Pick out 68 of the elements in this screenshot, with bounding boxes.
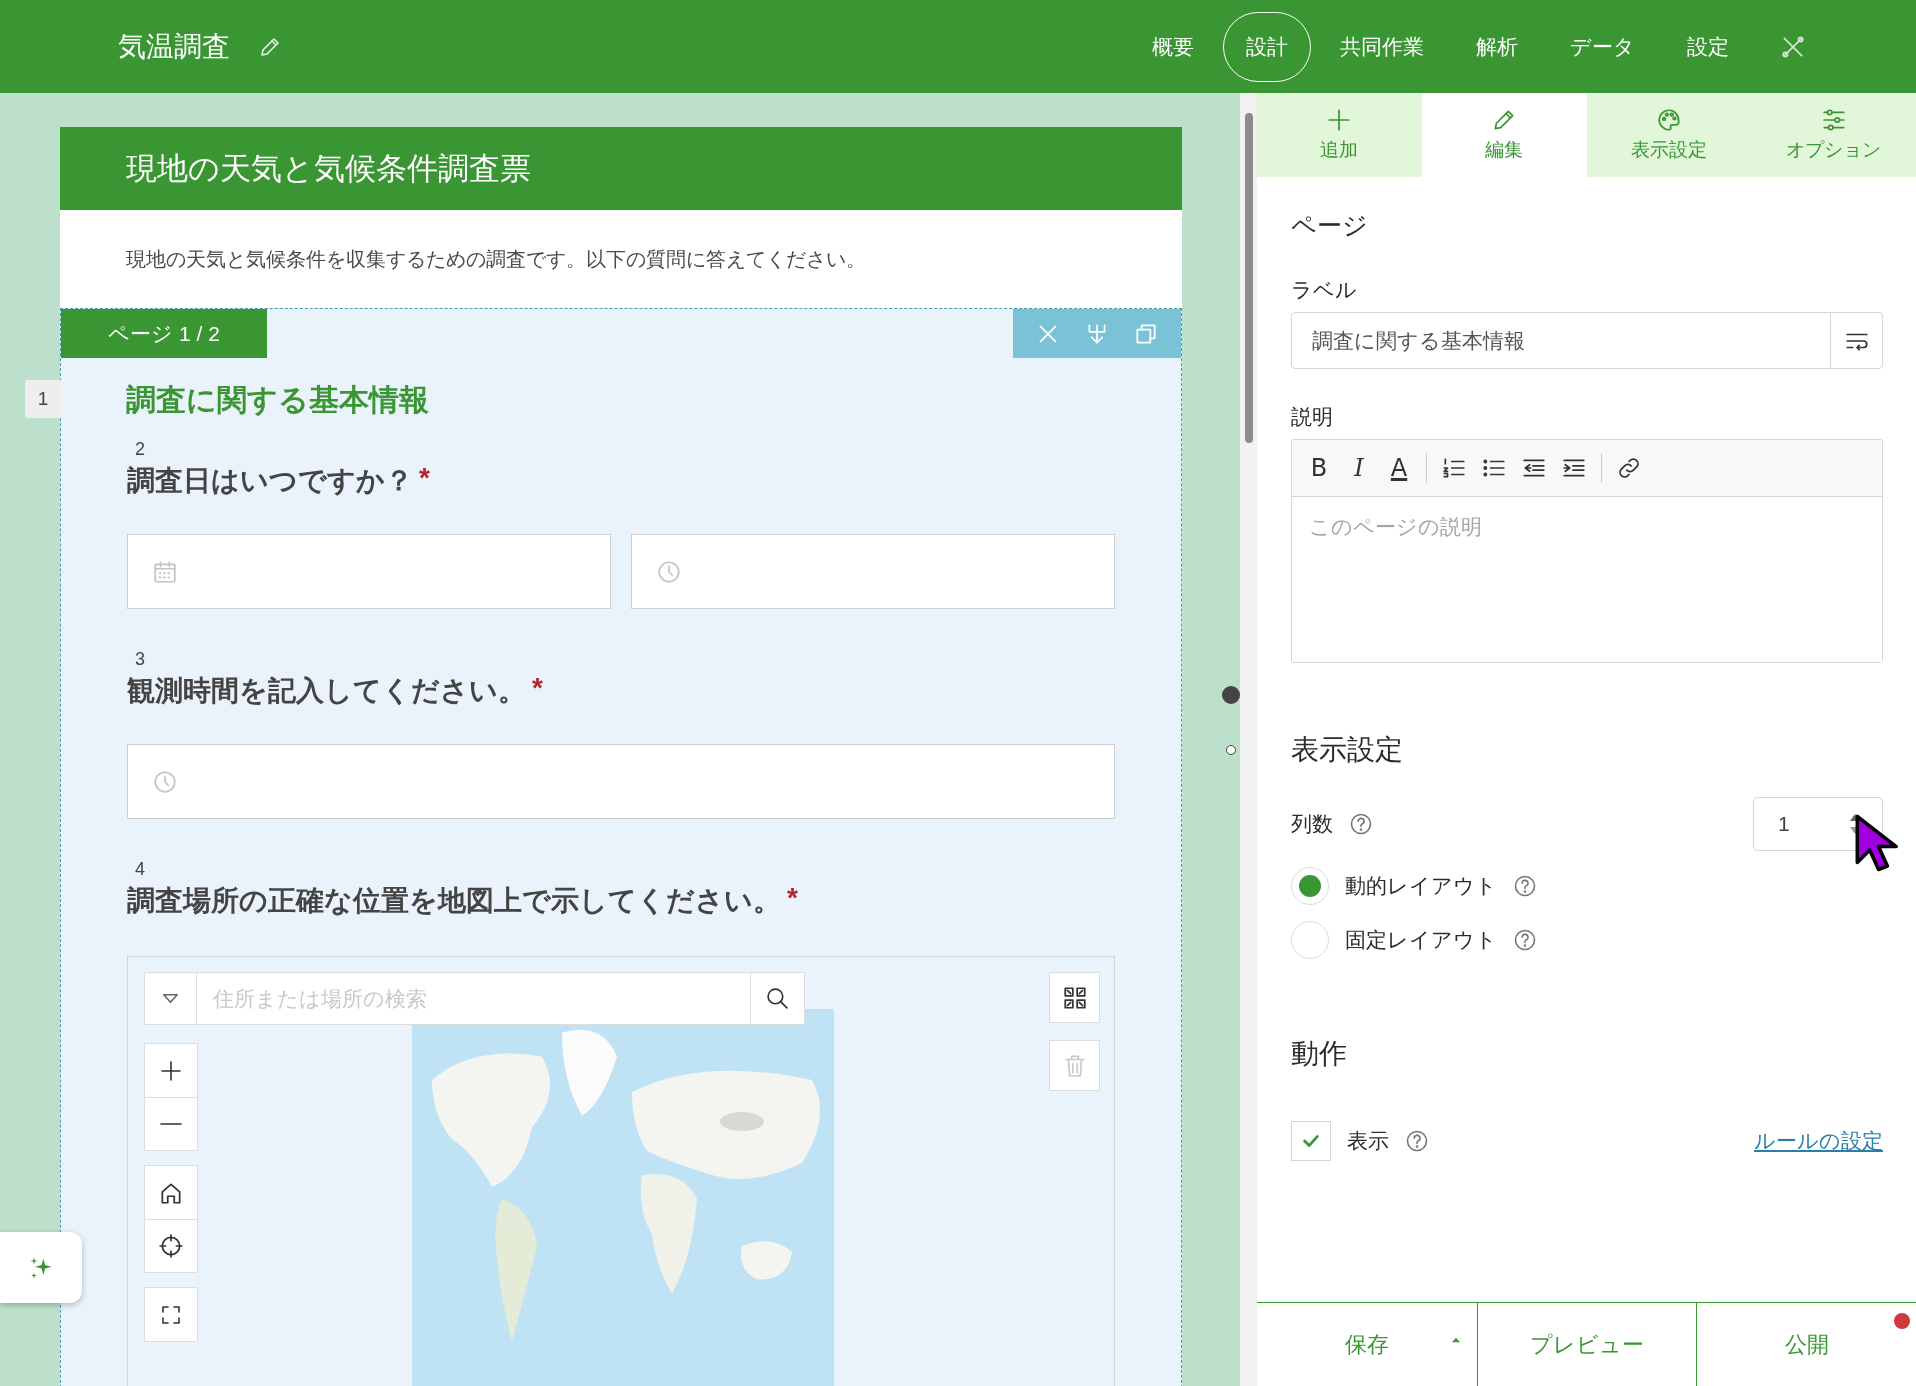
bold-button[interactable]: B xyxy=(1306,454,1332,482)
panel-tab[interactable]: 編集 xyxy=(1421,93,1587,177)
required-mark: * xyxy=(787,882,798,915)
section-title: ページ xyxy=(1291,210,1369,241)
grid-button[interactable] xyxy=(1049,972,1100,1023)
field-value: 1 xyxy=(1778,812,1790,836)
nav-tab[interactable]: 共同作業 xyxy=(1317,11,1447,82)
help-icon[interactable] xyxy=(1513,928,1537,952)
panel-tab[interactable]: 追加 xyxy=(1257,93,1422,177)
text-color-button[interactable]: A xyxy=(1386,454,1412,482)
section-title: 表示設定 xyxy=(1291,733,1404,767)
minus-icon xyxy=(160,1123,182,1125)
clock-icon xyxy=(656,558,682,585)
help-icon[interactable] xyxy=(1405,1129,1429,1153)
scrollbar[interactable] xyxy=(1240,93,1257,1386)
checkbox[interactable] xyxy=(1291,1121,1331,1161)
survey-title: 気温調査 xyxy=(118,29,230,64)
required-mark: * xyxy=(419,462,430,495)
help-icon[interactable] xyxy=(1513,874,1537,898)
nav-tab[interactable]: データ xyxy=(1547,11,1658,82)
input-field[interactable] xyxy=(631,534,1115,609)
radio-label: 固定レイアウト xyxy=(1345,927,1497,953)
required-mark: * xyxy=(532,672,543,705)
panel-tab[interactable]: 表示設定 xyxy=(1586,93,1752,177)
grid-icon xyxy=(1061,984,1088,1011)
rich-text-editor[interactable]: B I A このページの説明 xyxy=(1291,439,1883,663)
input-field[interactable] xyxy=(127,744,1115,819)
form-description: 現地の天気と気候条件を収集するための調査です。以下の質問に答えてください。 xyxy=(126,246,866,272)
form-title: 現地の天気と気候条件調査票 xyxy=(60,127,1182,210)
field-label: 説明 xyxy=(1291,404,1334,430)
field-label: ラベル xyxy=(1291,277,1358,303)
nav-tab[interactable]: 解析 xyxy=(1453,11,1541,82)
question-label: 観測時間を記入してください。 xyxy=(127,674,526,708)
question-number: 4 xyxy=(134,859,145,880)
label-field[interactable]: 調査に関する基本情報 xyxy=(1291,312,1883,369)
action-button[interactable]: 保存 xyxy=(1257,1303,1477,1386)
nav-tab[interactable]: 概要 xyxy=(1129,11,1217,82)
action-button[interactable]: 公開 xyxy=(1696,1303,1916,1386)
page-heading: 調査に関する基本情報 xyxy=(126,382,429,418)
action-button[interactable]: プレビュー xyxy=(1476,1303,1697,1386)
clock-icon xyxy=(152,768,178,795)
question-label: 調査場所の正確な位置を地図上で示してください。 xyxy=(127,884,781,918)
splitter-handle[interactable] xyxy=(1226,745,1236,755)
radio-label: 動的レイアウト xyxy=(1345,873,1497,899)
question-number: 1 xyxy=(25,380,61,418)
tools-icon[interactable] xyxy=(1780,33,1806,60)
checkbox-label: 表示 xyxy=(1347,1128,1389,1154)
input-field[interactable] xyxy=(127,534,611,609)
palette-icon xyxy=(1655,107,1682,133)
sliders-icon xyxy=(1820,107,1847,133)
question-number: 3 xyxy=(134,649,145,670)
question-label: 調査日はいつですか？ xyxy=(127,464,413,498)
nav-tab[interactable]: 設定 xyxy=(1664,11,1752,82)
crosshair-icon xyxy=(158,1233,184,1259)
link-icon[interactable] xyxy=(1616,455,1642,481)
field-label: 列数 xyxy=(1291,811,1333,837)
splitter-handle[interactable] xyxy=(1222,686,1240,704)
help-icon[interactable] xyxy=(1349,812,1373,836)
scroll-thumb[interactable] xyxy=(1245,113,1253,443)
section-title: 動作 xyxy=(1291,1037,1348,1071)
rules-link[interactable]: ルールの設定 xyxy=(1754,1127,1883,1155)
page-label: ページ 1 / 2 xyxy=(61,309,267,358)
field-value: 調査に関する基本情報 xyxy=(1311,327,1526,354)
calendar-icon xyxy=(152,558,178,585)
plus-icon xyxy=(159,1058,183,1083)
question-number: 2 xyxy=(134,439,145,460)
italic-button[interactable]: I xyxy=(1346,454,1372,482)
panel-tab[interactable]: オプション xyxy=(1751,93,1916,177)
